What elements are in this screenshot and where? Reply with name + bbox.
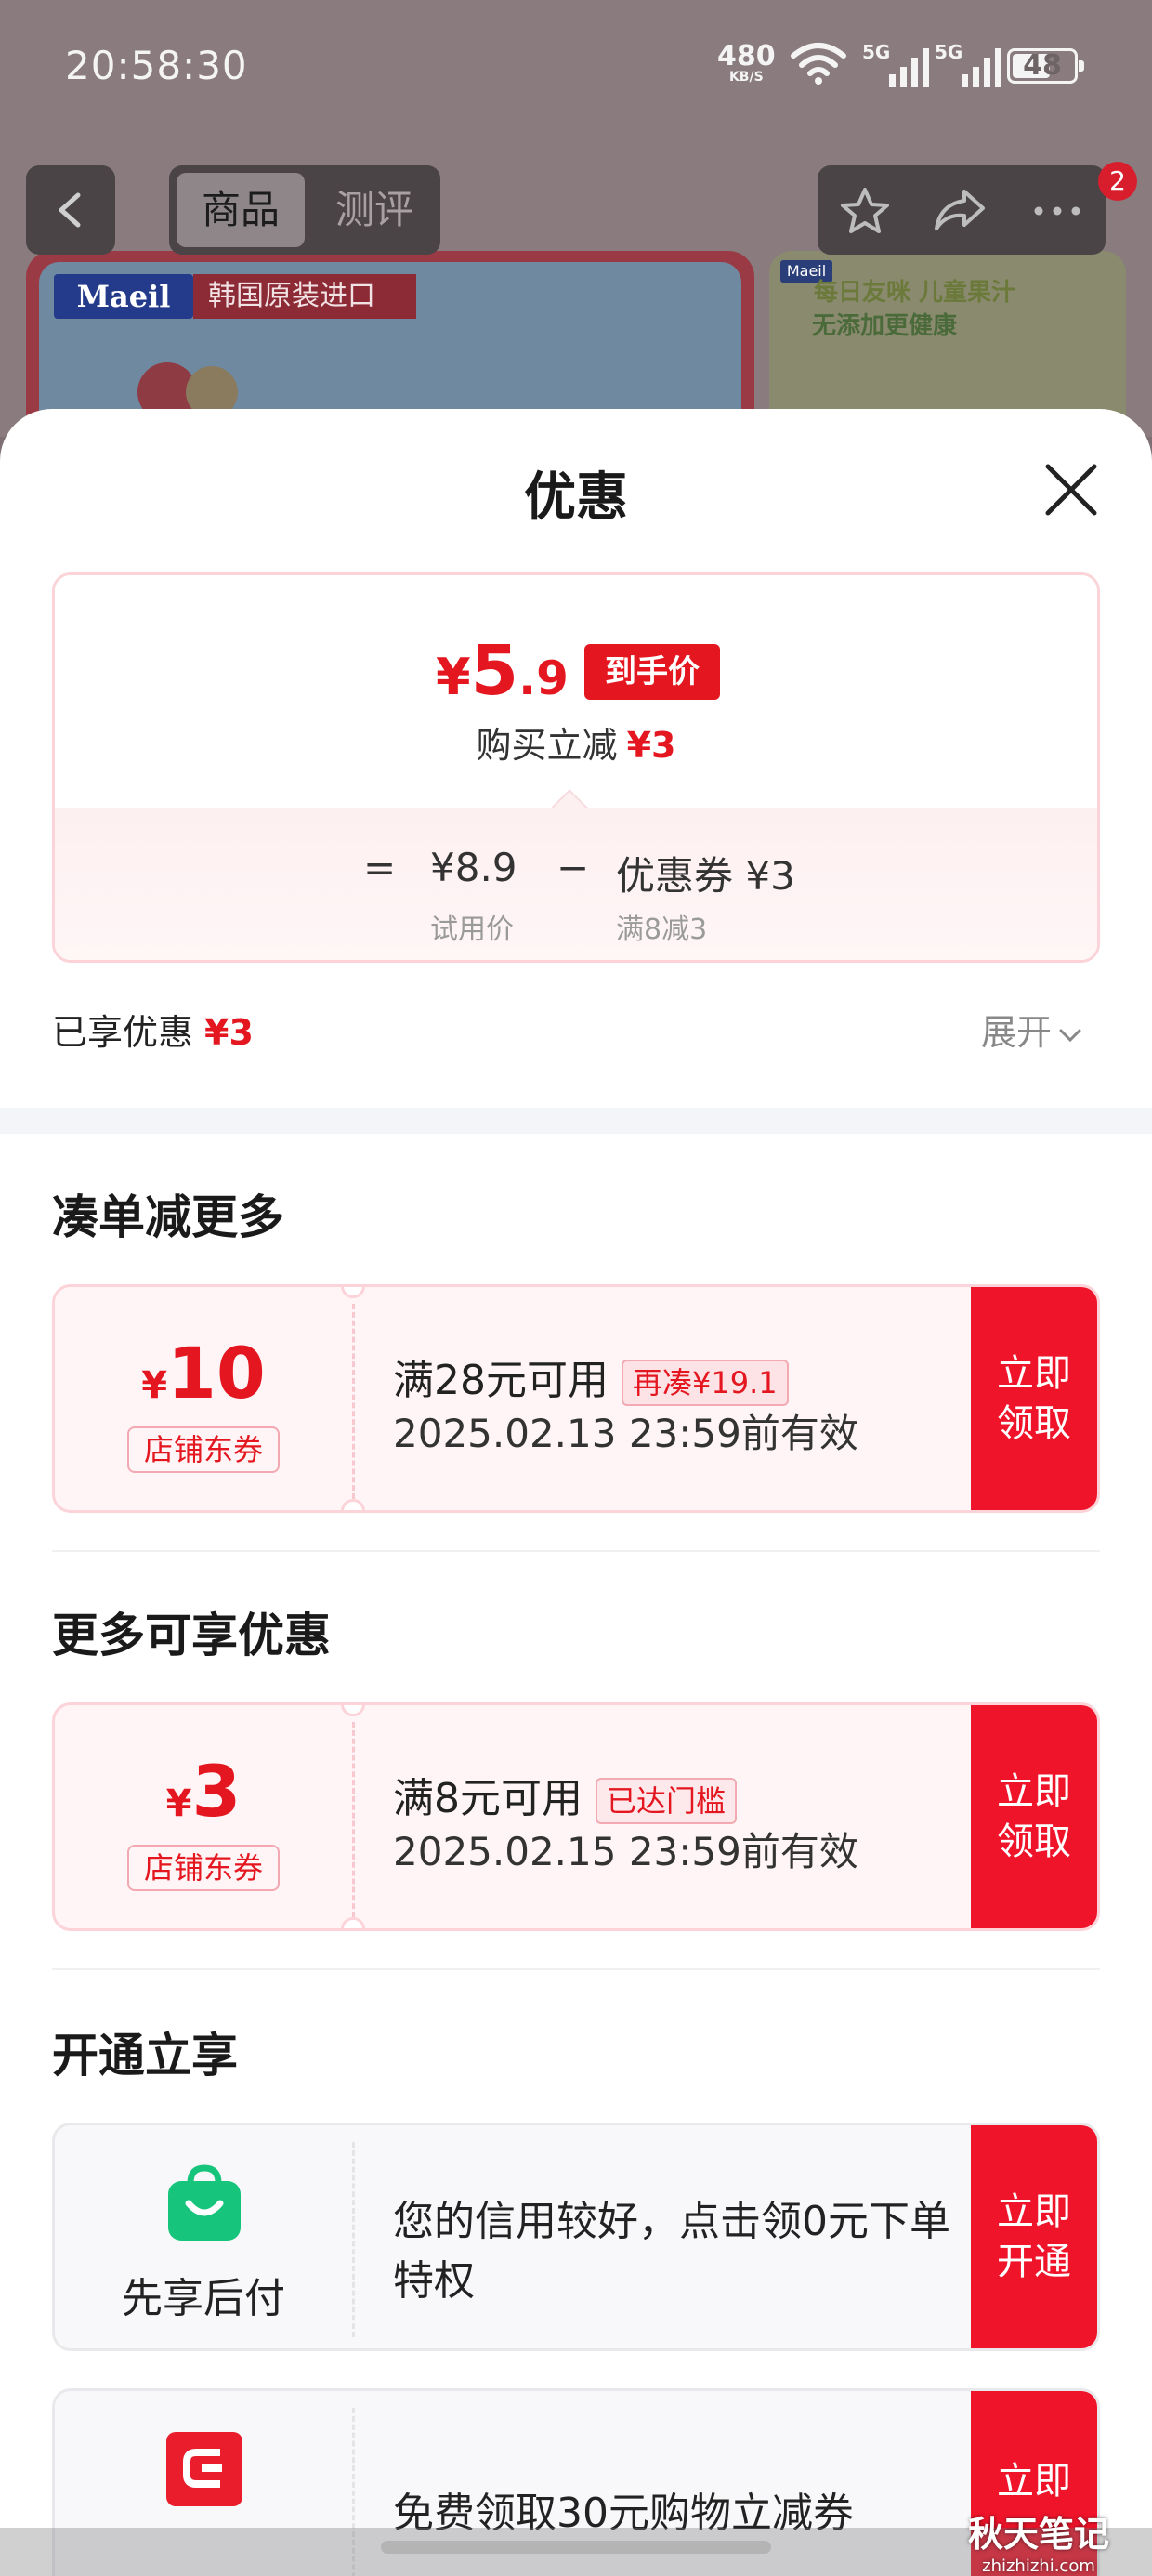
back-button[interactable] (26, 165, 115, 255)
chevron-down-icon (1059, 1029, 1081, 1042)
coupon-condition: 满28元可用 再凑¥19.1 (393, 1347, 789, 1406)
tab-review[interactable]: 测评 (314, 173, 435, 247)
cart-badge: 2 (1098, 162, 1137, 201)
section-title-bundle: 凑单减更多 (52, 1190, 284, 1244)
brand-logo: Maeil (54, 274, 193, 319)
trial-price: ¥8.9 (430, 845, 517, 890)
discount-sheet: 优惠 ¥5.9 到手价 购买立减 ¥3 = ¥8.9 试用价 − 优惠券 ¥3 满… (0, 409, 1152, 2576)
wifi-icon (791, 43, 846, 85)
coupon-card: ¥10 店铺东券 满28元可用 再凑¥19.1 2025.02.13 23:59前… (52, 1284, 1100, 1513)
thumb-line1: 每日友咪 儿童果汁 (814, 279, 1016, 307)
close-icon[interactable] (1039, 457, 1104, 522)
coupon-card: ¥3 店铺东券 满8元可用 已达门槛 2025.02.15 23:59前有效 立即… (52, 1702, 1100, 1931)
minus-sign: − (556, 845, 590, 890)
battery-icon: 48 (1007, 48, 1084, 84)
trial-price-label: 试用价 (430, 913, 514, 946)
claim-coupon-button[interactable]: 立即 领取 (971, 1287, 1097, 1510)
network-speed: 480 KB/S (717, 40, 776, 85)
coupon-type: 店铺东券 (127, 1845, 280, 1891)
section-gap (0, 1108, 1152, 1134)
divider (52, 1968, 1100, 1970)
expand-button[interactable]: 展开 (981, 1004, 1083, 1055)
coupon-amount: ¥10 (141, 1332, 266, 1414)
signal-sim2-icon: 5G (935, 41, 1001, 87)
top-actions (818, 165, 1106, 255)
final-price-tag: 到手价 (584, 644, 720, 700)
coupon-condition: 满8元可用 已达门槛 (393, 1765, 738, 1824)
battery-level: 48 (1023, 49, 1062, 82)
pay-later-name: 先享后付 (122, 2275, 285, 2322)
sheet-title: 优惠 (524, 467, 628, 528)
star-icon[interactable] (838, 186, 892, 236)
page-tabs: 商品 测评 (169, 165, 440, 255)
equals-sign: = (363, 845, 397, 890)
banner-ribbon: 韩国原装进口 (193, 274, 416, 319)
coupon-type: 店铺东券 (127, 1426, 280, 1473)
divider (52, 1550, 1100, 1552)
final-price: ¥5.9 (436, 631, 569, 711)
reduce-line: 购买立减 ¥3 (476, 725, 676, 766)
tab-product[interactable]: 商品 (177, 173, 305, 247)
section-title-open: 开通立享 (52, 2029, 238, 2083)
pay-later-card: 先享后付 您的信用较好，点击领0元下单特权 立即 开通 (52, 2123, 1100, 2351)
price-breakdown-card: ¥5.9 到手价 购买立减 ¥3 = ¥8.9 试用价 − 优惠券 ¥3 满8减3 (52, 572, 1100, 963)
shopping-bag-icon (168, 2164, 241, 2241)
thumb-line2: 无添加更健康 (812, 312, 958, 340)
activate-button[interactable]: 立即 开通 (971, 2125, 1097, 2348)
coupon-rule: 满8减3 (616, 913, 708, 946)
card-icon (166, 2432, 242, 2506)
coupon-validity: 2025.02.13 23:59前有效 (393, 1411, 858, 1456)
signal-sim1-icon: 5G (862, 41, 929, 87)
more-icon[interactable] (1029, 186, 1085, 236)
home-indicator[interactable] (381, 2541, 771, 2554)
pay-later-desc: 您的信用较好，点击领0元下单特权 (393, 2198, 950, 2305)
status-bar: 20:58:30 480 KB/S 5G 5G 48 (0, 0, 1152, 139)
claim-coupon-button[interactable]: 立即 领取 (971, 1705, 1097, 1928)
coupon-chip: 再凑¥19.1 (622, 1360, 789, 1406)
coupon-amount: ¥3 (165, 1750, 242, 1833)
coupon-chip: 已达门槛 (596, 1778, 738, 1824)
chevron-left-icon (59, 192, 81, 228)
share-icon[interactable] (931, 186, 988, 236)
watermark: 秋天笔记 zhizhizhi.com (968, 2514, 1110, 2576)
enjoyed-discount: 已享优惠 ¥3 (52, 1012, 254, 1053)
coupon-deduction: 优惠券 ¥3 (616, 853, 795, 899)
coupon-validity: 2025.02.15 23:59前有效 (393, 1829, 858, 1874)
section-title-more: 更多可享优惠 (52, 1609, 331, 1663)
status-time: 20:58:30 (65, 43, 248, 88)
